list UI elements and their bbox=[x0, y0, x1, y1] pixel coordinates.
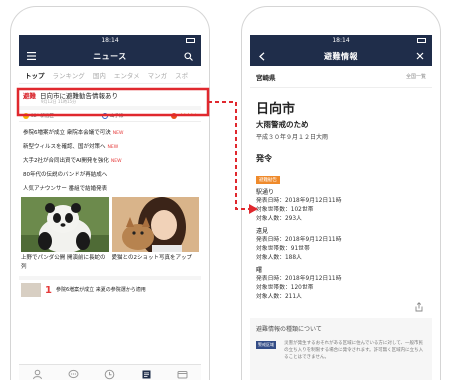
issued-section-title: 発令 bbox=[250, 141, 432, 166]
area-people: 対象人数：293人 bbox=[256, 216, 302, 222]
tab-entertainment[interactable]: エンタメ bbox=[114, 70, 140, 80]
headline-list: 参院6増案が成立 衆院本会議で可決 NEW 新型ウィルスを確認、国が対策へ NEW … bbox=[19, 122, 201, 196]
area-households: 対象世帯数：120世帯 bbox=[256, 285, 314, 291]
ranking-item[interactable]: 1 参院6増案が成立 来夏の参院選から適用 bbox=[19, 276, 201, 300]
phone-left-frame: 18:14 ニュース トップ ランキング 国内 エンタメ マンガ スポ 避難 日… bbox=[10, 6, 210, 380]
headline-item[interactable]: 大手2社が合同出資でAI開発を強化 NEW bbox=[23, 154, 197, 168]
prefecture-label: 宮崎県 bbox=[256, 73, 276, 82]
tab-ranking[interactable]: ランキング bbox=[53, 70, 85, 80]
headline-text: 80年代の伝説のバンドが再結成へ bbox=[23, 172, 108, 178]
headline-item[interactable]: 新型ウィルスを確認、国が対策へ NEW bbox=[23, 140, 197, 154]
status-time: 18:14 bbox=[332, 37, 350, 44]
category-tabs: トップ ランキング 国内 エンタメ マンガ スポ bbox=[19, 66, 201, 84]
header-title: 避難情報 bbox=[324, 51, 358, 61]
info-types-section: 避難情報の種類について 警戒区域 災害が発生するおそれがある区域に住んでいる方に… bbox=[250, 318, 432, 380]
area-block: 遠見 発表日時：2018年9月12日11時 対象世帯数：91世帯 対象人数：18… bbox=[250, 227, 432, 263]
bottom-tab-bar bbox=[19, 364, 201, 380]
area-block: 曙 発表日時：2018年9月12日11時 対象世帯数：120世帯 対象人数：21… bbox=[250, 266, 432, 302]
area-block: 駅通り 発表日時：2018年9月12日11時 対象世帯数：102世帯 対象人数：… bbox=[250, 188, 432, 224]
photo-articles bbox=[19, 197, 201, 252]
battery-icon bbox=[186, 38, 195, 43]
panda-photo[interactable] bbox=[21, 197, 109, 252]
photo-captions: 上野でパンダ公開 開演前に長蛇の列 愛猫との2ショット写真をアップ bbox=[19, 252, 201, 276]
search-icon[interactable] bbox=[183, 50, 195, 62]
headline-text: 参院6増案が成立 衆院本会議で可決 bbox=[23, 130, 111, 136]
evacuation-info-screen: 18:14 避難情報 宮崎県 全国一覧 日向市 大雨警戒のため 平成３０年９月１… bbox=[250, 35, 432, 380]
new-badge: NEW bbox=[112, 131, 124, 136]
cat-photo[interactable] bbox=[111, 197, 199, 252]
area-issued: 発表日時：2018年9月12日11時 bbox=[256, 276, 342, 282]
info-types-title[interactable]: 避難情報の種類について bbox=[256, 324, 426, 333]
sun-icon bbox=[23, 112, 29, 119]
evacuation-alert[interactable]: 避難 日向市に避難勧告情報あり 9月12日 11時15分 bbox=[19, 84, 201, 106]
tab-sports[interactable]: スポ bbox=[175, 70, 188, 80]
battery-icon bbox=[417, 38, 426, 43]
warning-zone-description: 災害が発生するおそれがある区域に住んでいる方に対して、一般市民の立ち入りを制限す… bbox=[284, 341, 424, 360]
news-header: ニュース bbox=[19, 46, 201, 66]
share-icon[interactable] bbox=[414, 297, 424, 312]
news-icon[interactable] bbox=[141, 369, 152, 380]
area-issued: 発表日時：2018年9月12日11時 bbox=[256, 237, 342, 243]
headline-text: 新型ウィルスを確認、国が対策へ bbox=[23, 144, 106, 150]
status-time: 18:14 bbox=[101, 37, 119, 44]
weather-widget[interactable]: 32° 新宿区 bbox=[23, 112, 54, 119]
news-screen: 18:14 ニュース トップ ランキング 国内 エンタメ マンガ スポ 避難 日… bbox=[19, 35, 201, 380]
phone-right-frame: 18:14 避難情報 宮崎県 全国一覧 日向市 大雨警戒のため 平成３０年９月１… bbox=[241, 6, 441, 380]
warning-zone-tag: 警戒区域 bbox=[256, 341, 276, 349]
menu-icon[interactable] bbox=[25, 50, 37, 62]
section-title-text: 発令 bbox=[256, 154, 272, 163]
headline-item[interactable]: 人気アナウンサー 番組で結婚発表 bbox=[23, 182, 197, 196]
ranking-text: 参院6増案が成立 来夏の参院選から適用 bbox=[55, 286, 146, 293]
wallet-icon[interactable] bbox=[177, 369, 188, 380]
evacuation-badge: 避難勧告 bbox=[256, 176, 280, 184]
train-widget[interactable]: 山手線 bbox=[101, 112, 124, 119]
tab-top[interactable]: トップ bbox=[25, 70, 45, 80]
area-households: 対象世帯数：91世帯 bbox=[256, 246, 310, 252]
train-icon bbox=[101, 112, 108, 119]
area-people: 対象人数：188人 bbox=[256, 255, 302, 261]
alert-date: 平成３０年９月１２日大雨 bbox=[256, 134, 329, 141]
location-row: 宮崎県 全国一覧 bbox=[250, 66, 432, 88]
rank-number: 1 bbox=[45, 284, 52, 296]
status-bar: 18:14 bbox=[250, 35, 432, 46]
friends-icon[interactable] bbox=[32, 369, 43, 380]
timeline-icon[interactable] bbox=[104, 369, 115, 380]
new-badge: NEW bbox=[110, 159, 122, 164]
close-icon[interactable] bbox=[414, 50, 426, 62]
area-name: 遠見 bbox=[256, 228, 269, 235]
photo-caption[interactable]: 愛猫との2ショット写真をアップ bbox=[112, 254, 200, 274]
back-icon[interactable] bbox=[256, 50, 268, 62]
tab-domestic[interactable]: 国内 bbox=[93, 70, 106, 80]
badge-row: 避難勧告 bbox=[250, 166, 432, 185]
area-name: 駅通り bbox=[256, 189, 275, 196]
all-list-link[interactable]: 全国一覧 bbox=[406, 73, 426, 80]
headline-item[interactable]: 参院6増案が成立 衆院本会議で可決 NEW bbox=[23, 126, 197, 140]
train-text: 山手線 bbox=[109, 113, 124, 119]
status-bar: 18:14 bbox=[19, 35, 201, 46]
tab-manga[interactable]: マンガ bbox=[148, 70, 168, 80]
header-title: ニュース bbox=[93, 51, 127, 61]
headline-text: 大手2社が合同出資でAI開発を強化 bbox=[23, 158, 109, 164]
new-badge: NEW bbox=[107, 145, 119, 150]
fortune-stars: ★★★★☆ bbox=[179, 113, 197, 118]
fortune-icon bbox=[171, 112, 178, 119]
fortune-widget[interactable]: ★★★★☆ bbox=[171, 112, 197, 119]
area-issued: 発表日時：2018年9月12日11時 bbox=[256, 198, 342, 204]
area-people: 対象人数：211人 bbox=[256, 294, 302, 300]
alert-reason: 大雨警戒のため bbox=[256, 120, 309, 129]
city-name: 日向市 bbox=[256, 102, 296, 117]
info-widgets: 32° 新宿区 山手線 ★★★★☆ bbox=[19, 106, 201, 122]
headline-text: 人気アナウンサー 番組で結婚発表 bbox=[23, 186, 108, 192]
photo-caption[interactable]: 上野でパンダ公開 開演前に長蛇の列 bbox=[21, 254, 109, 274]
area-households: 対象世帯数：102世帯 bbox=[256, 207, 314, 213]
alert-time: 9月12日 11時15分 bbox=[41, 99, 77, 104]
ranking-thumbnail bbox=[21, 283, 41, 297]
chat-icon[interactable] bbox=[68, 369, 79, 380]
info-header: 避難情報 bbox=[250, 46, 432, 66]
headline-item[interactable]: 80年代の伝説のバンドが再結成へ bbox=[23, 168, 197, 182]
alert-tag: 避難 bbox=[23, 92, 36, 100]
weather-text: 32° 新宿区 bbox=[31, 113, 54, 119]
area-name: 曙 bbox=[256, 267, 263, 274]
